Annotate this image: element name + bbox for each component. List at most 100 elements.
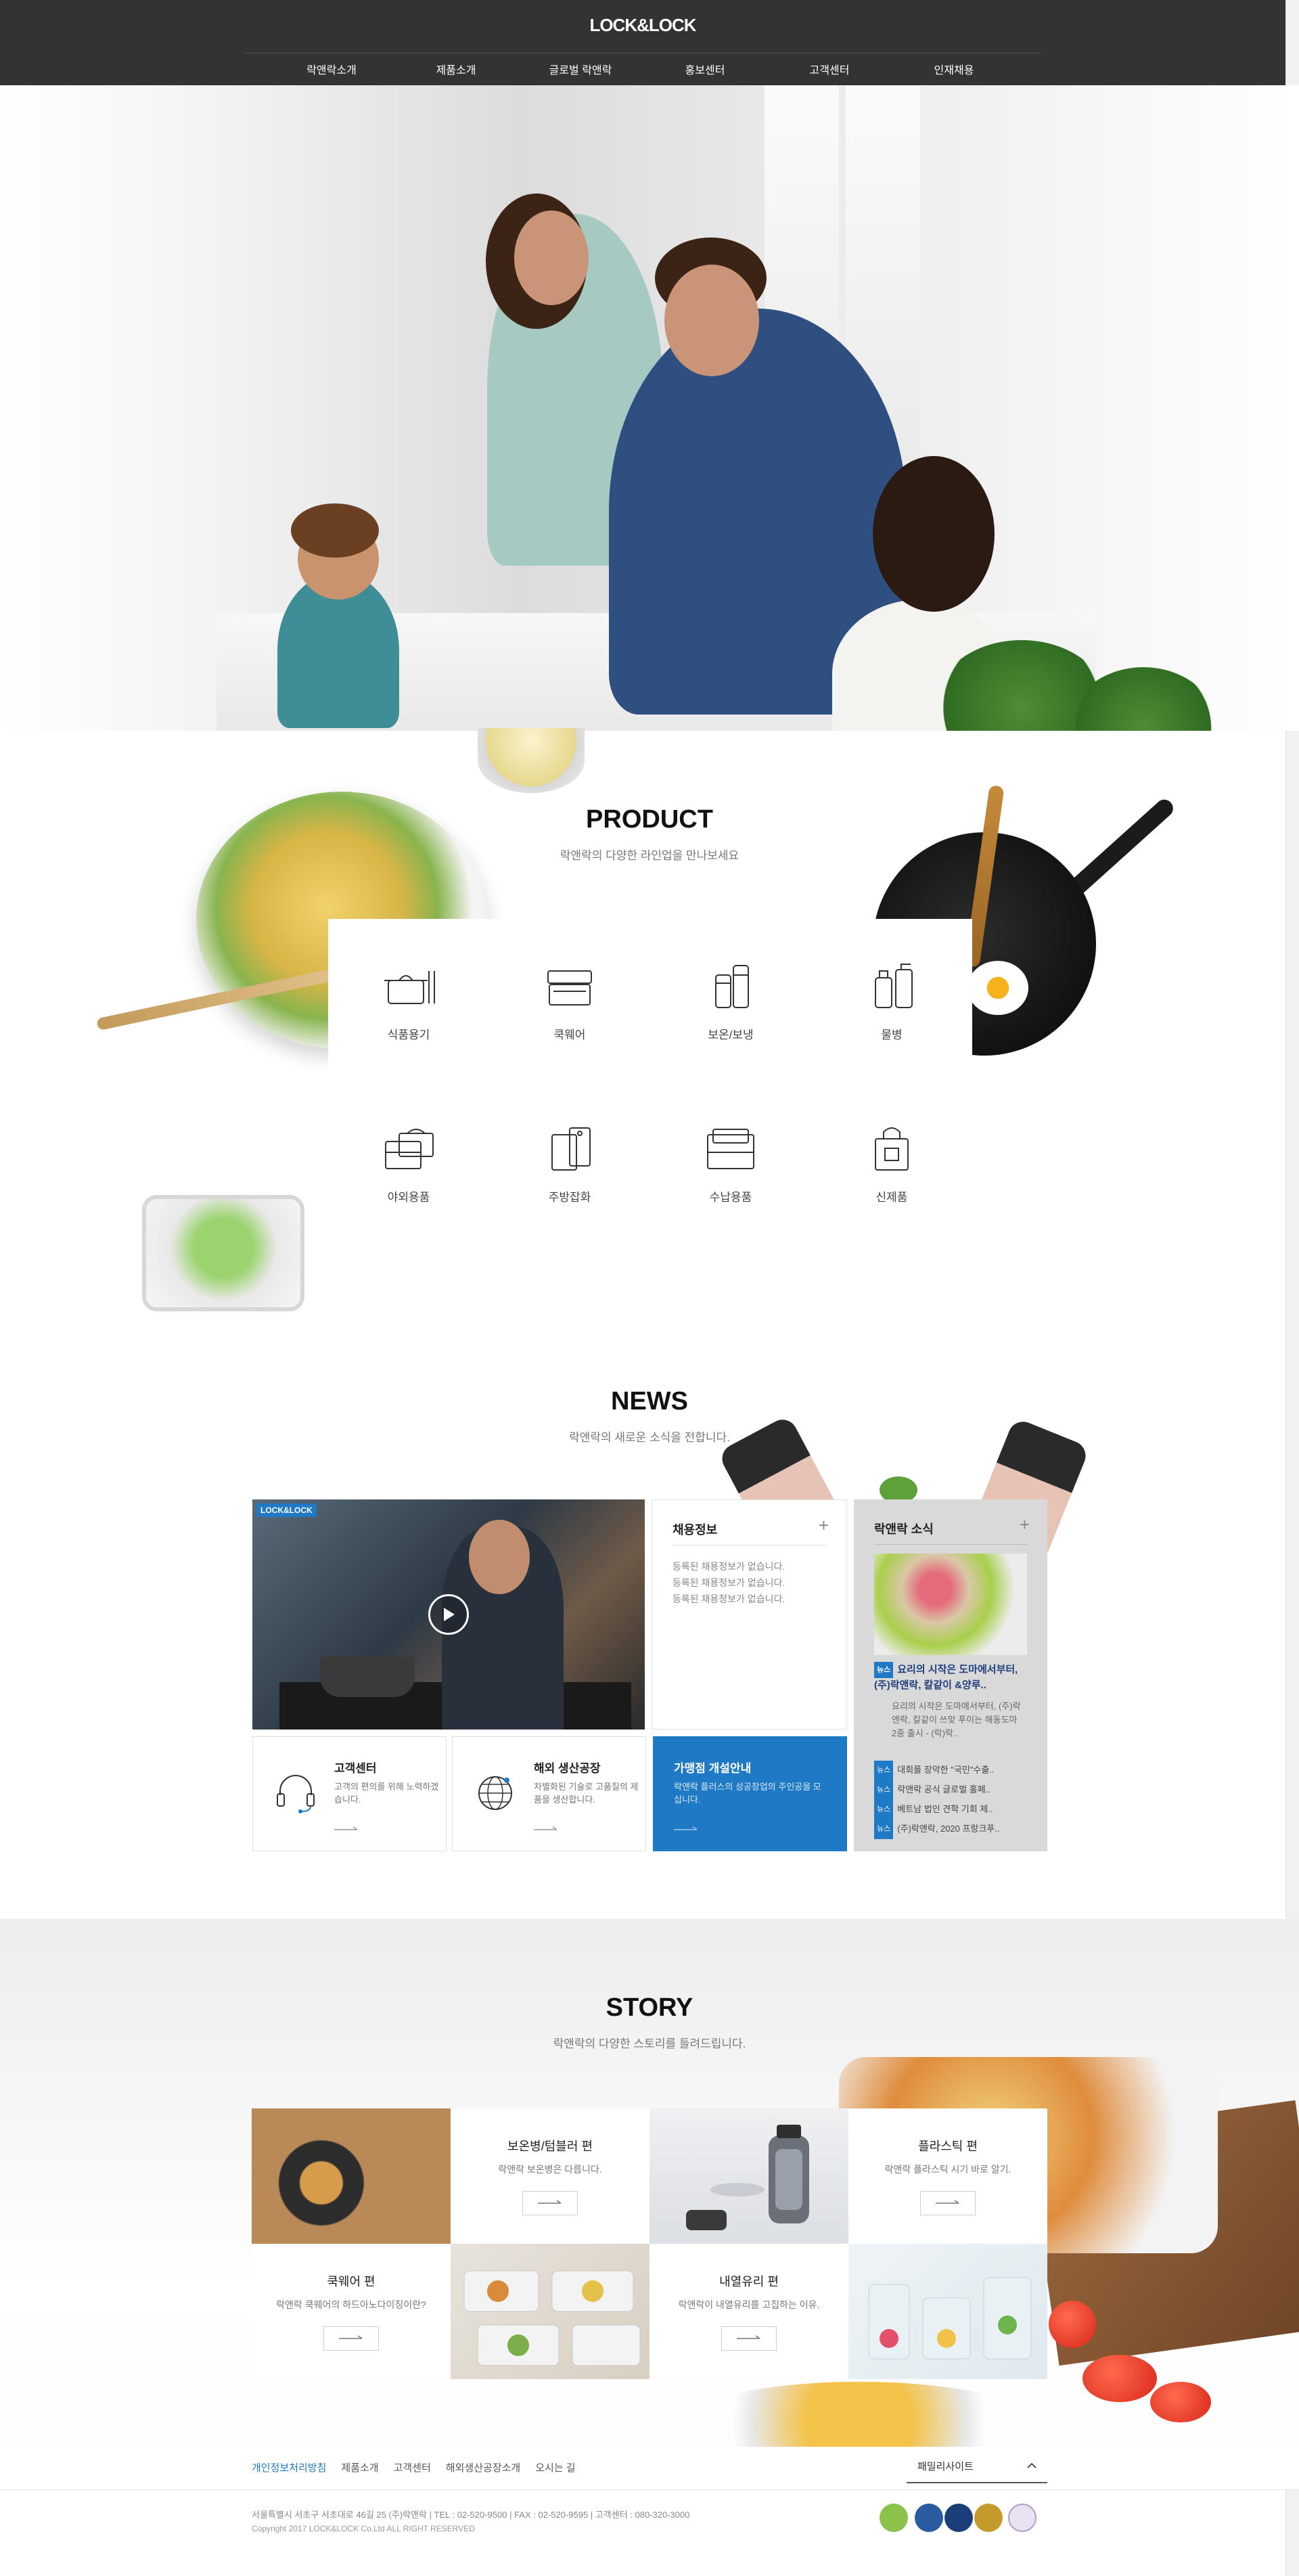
footer-link-products[interactable]: 제품소개 <box>341 2462 378 2474</box>
family-site-select[interactable]: 패밀리사이트 <box>907 2449 1047 2483</box>
card-franchise[interactable]: 가맹점 개설안내 락앤락 플러스의 성공창업의 주인공을 모십니다. <box>653 1736 847 1851</box>
nav-item-products[interactable]: 제품소개 <box>409 61 503 77</box>
deco-food-container <box>142 1195 304 1311</box>
product-label: 주방잡화 <box>548 1190 591 1204</box>
product-item-kitchen-goods[interactable]: 주방잡화 <box>489 1081 650 1244</box>
site-logo[interactable]: LOCK&LOCK <box>0 15 1285 36</box>
nav-item-global[interactable]: 글로벌 락앤락 <box>533 61 628 77</box>
story-title: STORY <box>606 1993 693 2022</box>
nav-item-support[interactable]: 고객센터 <box>782 61 877 77</box>
product-label: 신제품 <box>875 1190 908 1204</box>
news-title: NEWS <box>611 1387 688 1416</box>
product-item-outdoor[interactable]: 야외용품 <box>328 1081 489 1244</box>
story-more-button[interactable] <box>920 2191 976 2215</box>
deco-tomato <box>1082 2355 1157 2402</box>
video-pot <box>320 1656 415 1697</box>
story-card-desc: 락앤락 플라스틱 시기 바로 알기. <box>884 2164 1011 2175</box>
story-card-title: 보온병/텀블러 편 <box>507 2140 593 2153</box>
footer-link-directions[interactable]: 오시는 길 <box>535 2462 575 2474</box>
play-icon <box>444 1608 455 1621</box>
chevron-up-icon <box>1027 2463 1036 2468</box>
product-item-bottle[interactable]: 물병 <box>811 919 972 1081</box>
story-card-plastic[interactable]: 플라스틱 편 락앤락 플라스틱 시기 바로 알기. <box>848 2108 1047 2244</box>
news-more-plus-icon[interactable]: + <box>1020 1516 1030 1533</box>
video-logo: LOCK&LOCK <box>256 1504 317 1517</box>
footer-link-factory[interactable]: 해외생산공장소개 <box>446 2462 520 2474</box>
news-tag: 뉴스 <box>874 1780 894 1801</box>
story-grid: 보온병/텀블러 편 락앤락 보온병은 다릅니다. 플라스틱 편 락앤락 플라스틱… <box>252 2108 1047 2379</box>
story-card-title: 플라스틱 편 <box>918 2140 978 2153</box>
list-item[interactable]: 뉴스 대회를 장악한 "국민"수출.. <box>874 1761 1030 1781</box>
footer-link-privacy[interactable]: 개인정보처리방침 <box>252 2462 326 2474</box>
list-item[interactable]: 등록된 채용정보가 없습니다. <box>673 1591 785 1607</box>
nav-item-careers[interactable]: 인재채용 <box>907 61 1001 77</box>
story-more-button[interactable] <box>522 2191 578 2215</box>
recruit-title: 채용정보 <box>673 1523 718 1537</box>
story-card-cookware[interactable]: 쿡웨어 편 락앤락 쿡웨어의 하드아노다이징이란? <box>252 2244 451 2379</box>
story-more-button[interactable] <box>323 2326 379 2351</box>
nav-item-pr[interactable]: 홍보센터 <box>658 61 752 77</box>
news-photo[interactable] <box>874 1554 1027 1655</box>
news-item-text: 베트남 법인 견학 기회 제.. <box>897 1804 993 1815</box>
shopping-bag-icon <box>875 1127 909 1171</box>
hero-father-face <box>664 265 759 376</box>
product-item-cookware[interactable]: 쿡웨어 <box>489 919 650 1081</box>
video-chef-face <box>469 1520 530 1594</box>
hero-girl-hair <box>873 456 995 612</box>
card-desc: 차별화된 기술로 고품질의 제품을 생산합니다. <box>534 1782 639 1805</box>
card-title: 해외 생산공장 <box>534 1762 601 1775</box>
news-item-text: 대회를 장악한 "국민"수출.. <box>897 1765 995 1775</box>
card-desc: 고객의 편의를 위해 노력하겠습니다. <box>334 1782 439 1805</box>
story-image-thermos[interactable] <box>650 2108 848 2244</box>
story-subtitle: 락앤락의 다양한 스토리를 들려드립니다. <box>553 2037 746 2050</box>
hero-mother-face <box>514 210 589 305</box>
story-image-glass[interactable] <box>848 2244 1047 2379</box>
footer-link-support[interactable]: 고객센터 <box>394 2462 431 2474</box>
containers-illustration <box>463 2270 641 2366</box>
card-title: 고객센터 <box>334 1762 377 1775</box>
story-card-thermos[interactable]: 보온병/텀블러 편 락앤락 보온병은 다릅니다. <box>451 2108 650 2244</box>
news-subtitle: 락앤락의 새로운 소식을 전합니다. <box>569 1431 730 1444</box>
arrow-right-icon <box>737 2335 760 2339</box>
story-image-cookware[interactable] <box>252 2108 451 2244</box>
footer-address: 서울특별시 서초구 서초대로 46길 25 (주)락앤락 | TEL : 02-… <box>252 2510 690 2520</box>
news-item-text: (주)락앤락, 2020 프랑크푸.. <box>897 1824 1000 1834</box>
story-card-desc: 락앤락 보온병은 다릅니다. <box>498 2164 602 2175</box>
hero-image <box>0 85 1299 731</box>
news-tag: 뉴스 <box>874 1761 894 1781</box>
story-card-desc: 락앤락 쿡웨어의 하드아노다이징이란? <box>276 2299 426 2310</box>
news-video[interactable]: LOCK&LOCK <box>252 1499 645 1730</box>
news-headline-text: 요리의 시작은 도마에서부터, (주)락앤락, 칼같이 &양루.. <box>874 1663 1018 1691</box>
card-desc: 락앤락 플러스의 성공창업의 주인공을 모십니다. <box>674 1782 821 1805</box>
list-item[interactable]: 뉴스 락앤락 공식 글로벌 홀페.. <box>874 1780 1030 1801</box>
card-overseas-factory[interactable]: 해외 생산공장 차별화된 기술로 고품질의 제품을 생산합니다. <box>452 1736 646 1851</box>
nav-item-about[interactable]: 락앤락소개 <box>284 61 379 77</box>
certification-badge-icon <box>974 2504 1003 2532</box>
list-item[interactable]: 등록된 채용정보가 없습니다. <box>673 1558 785 1575</box>
arrow-right-icon <box>339 2335 363 2339</box>
globe-icon <box>478 1776 512 1810</box>
list-item[interactable]: 등록된 채용정보가 없습니다. <box>673 1575 785 1591</box>
story-card-desc: 락앤락이 내열유리를 고집하는 이유. <box>678 2299 820 2310</box>
footer-bar <box>0 2447 1299 2490</box>
product-label: 수납용품 <box>709 1190 752 1204</box>
list-item[interactable]: 뉴스 베트남 법인 견학 기회 제.. <box>874 1800 1030 1820</box>
story-image-containers[interactable] <box>451 2244 650 2379</box>
footer-links: 개인정보처리방침 제품소개 고객센터 해외생산공장소개 오시는 길 <box>252 2460 576 2475</box>
play-button[interactable] <box>428 1594 469 1635</box>
card-customer-center[interactable]: 고객센터 고객의 편의를 위해 노력하겠습니다. <box>252 1736 447 1851</box>
news-divider <box>874 1544 1027 1545</box>
hero-boy-hair <box>291 503 379 558</box>
story-more-button[interactable] <box>721 2326 777 2351</box>
list-item[interactable]: 뉴스 (주)락앤락, 2020 프랑크푸.. <box>874 1820 1030 1840</box>
product-item-thermos[interactable]: 보온/보냉 <box>650 919 811 1081</box>
arrow-right-icon <box>538 2200 562 2204</box>
product-item-storage[interactable]: 수납용품 <box>650 1081 811 1244</box>
container-icon <box>547 970 592 1005</box>
story-card-glass[interactable]: 내열유리 편 락앤락이 내열유리를 고집하는 이유. <box>650 2244 848 2379</box>
recruit-box: 채용정보 + 등록된 채용정보가 없습니다. 등록된 채용정보가 없습니다. 등… <box>652 1499 847 1730</box>
recruit-more-plus-icon[interactable]: + <box>819 1516 829 1534</box>
news-headline[interactable]: 뉴스 요리의 시작은 도마에서부터, (주)락앤락, 칼같이 &양루.. <box>874 1662 1027 1693</box>
product-item-food-container[interactable]: 식품용기 <box>328 919 489 1081</box>
product-item-new[interactable]: 신제품 <box>811 1081 972 1244</box>
